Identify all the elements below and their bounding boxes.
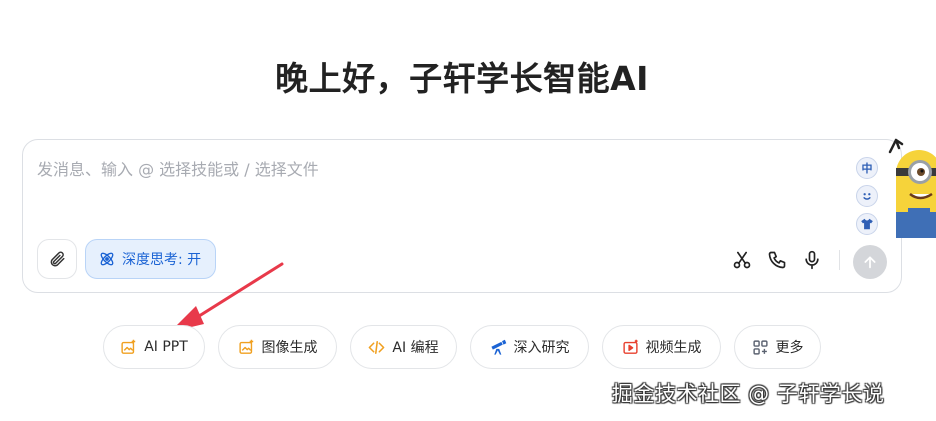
quick-action-ai-ppt[interactable]: AI PPT	[103, 325, 205, 369]
quick-action-label: AI 编程	[392, 340, 439, 356]
attach-file-button[interactable]	[37, 239, 77, 279]
page-greeting: 晚上好，子轩学长智能AI	[275, 59, 649, 98]
microphone-icon	[805, 250, 819, 270]
message-input[interactable]	[37, 156, 817, 226]
send-button[interactable]	[853, 245, 887, 279]
quick-action-image-generation[interactable]: 图像生成	[218, 325, 337, 369]
code-icon	[369, 340, 385, 354]
scissors-icon	[733, 251, 751, 269]
minion-mascot-icon	[888, 138, 936, 238]
chat-composer: 深度思考: 开	[22, 139, 902, 293]
quick-action-ai-coding[interactable]: AI 编程	[350, 325, 457, 369]
quick-action-more[interactable]: 更多	[734, 325, 821, 369]
quick-action-label: 视频生成	[645, 340, 702, 356]
quick-action-label: 图像生成	[261, 340, 318, 356]
language-switch-button[interactable]: 中	[856, 157, 878, 179]
shirt-button[interactable]	[856, 213, 878, 235]
smiley-button[interactable]	[856, 185, 878, 207]
video-icon	[622, 339, 638, 354]
scissors-button[interactable]	[729, 247, 755, 273]
smile-icon	[863, 193, 871, 200]
grid-icon	[752, 339, 768, 355]
quick-action-video-generation[interactable]: 视频生成	[602, 325, 721, 369]
phone-icon	[768, 251, 786, 269]
shirt-icon	[861, 218, 873, 230]
quick-action-label: 更多	[775, 340, 804, 356]
image-icon	[238, 339, 253, 354]
quick-action-label: AI PPT	[144, 339, 188, 355]
voice-call-button[interactable]	[764, 247, 790, 273]
paperclip-icon	[50, 251, 65, 267]
arrow-up-icon	[864, 256, 876, 269]
quick-actions-bar: AI PPT 图像生成 AI 编程 深入研究 视频生成 更多	[0, 325, 936, 369]
watermark-text: 掘金技术社区 @ 子轩学长说	[612, 382, 885, 406]
quick-action-deep-research[interactable]: 深入研究	[470, 325, 589, 369]
atom-icon	[100, 252, 114, 266]
image-sparkle-icon	[121, 339, 136, 354]
telescope-icon	[490, 339, 506, 355]
toolbar-divider	[839, 250, 840, 270]
quick-action-label: 深入研究	[513, 340, 570, 356]
voice-input-button[interactable]	[799, 247, 825, 273]
language-badge: 中	[861, 162, 873, 175]
